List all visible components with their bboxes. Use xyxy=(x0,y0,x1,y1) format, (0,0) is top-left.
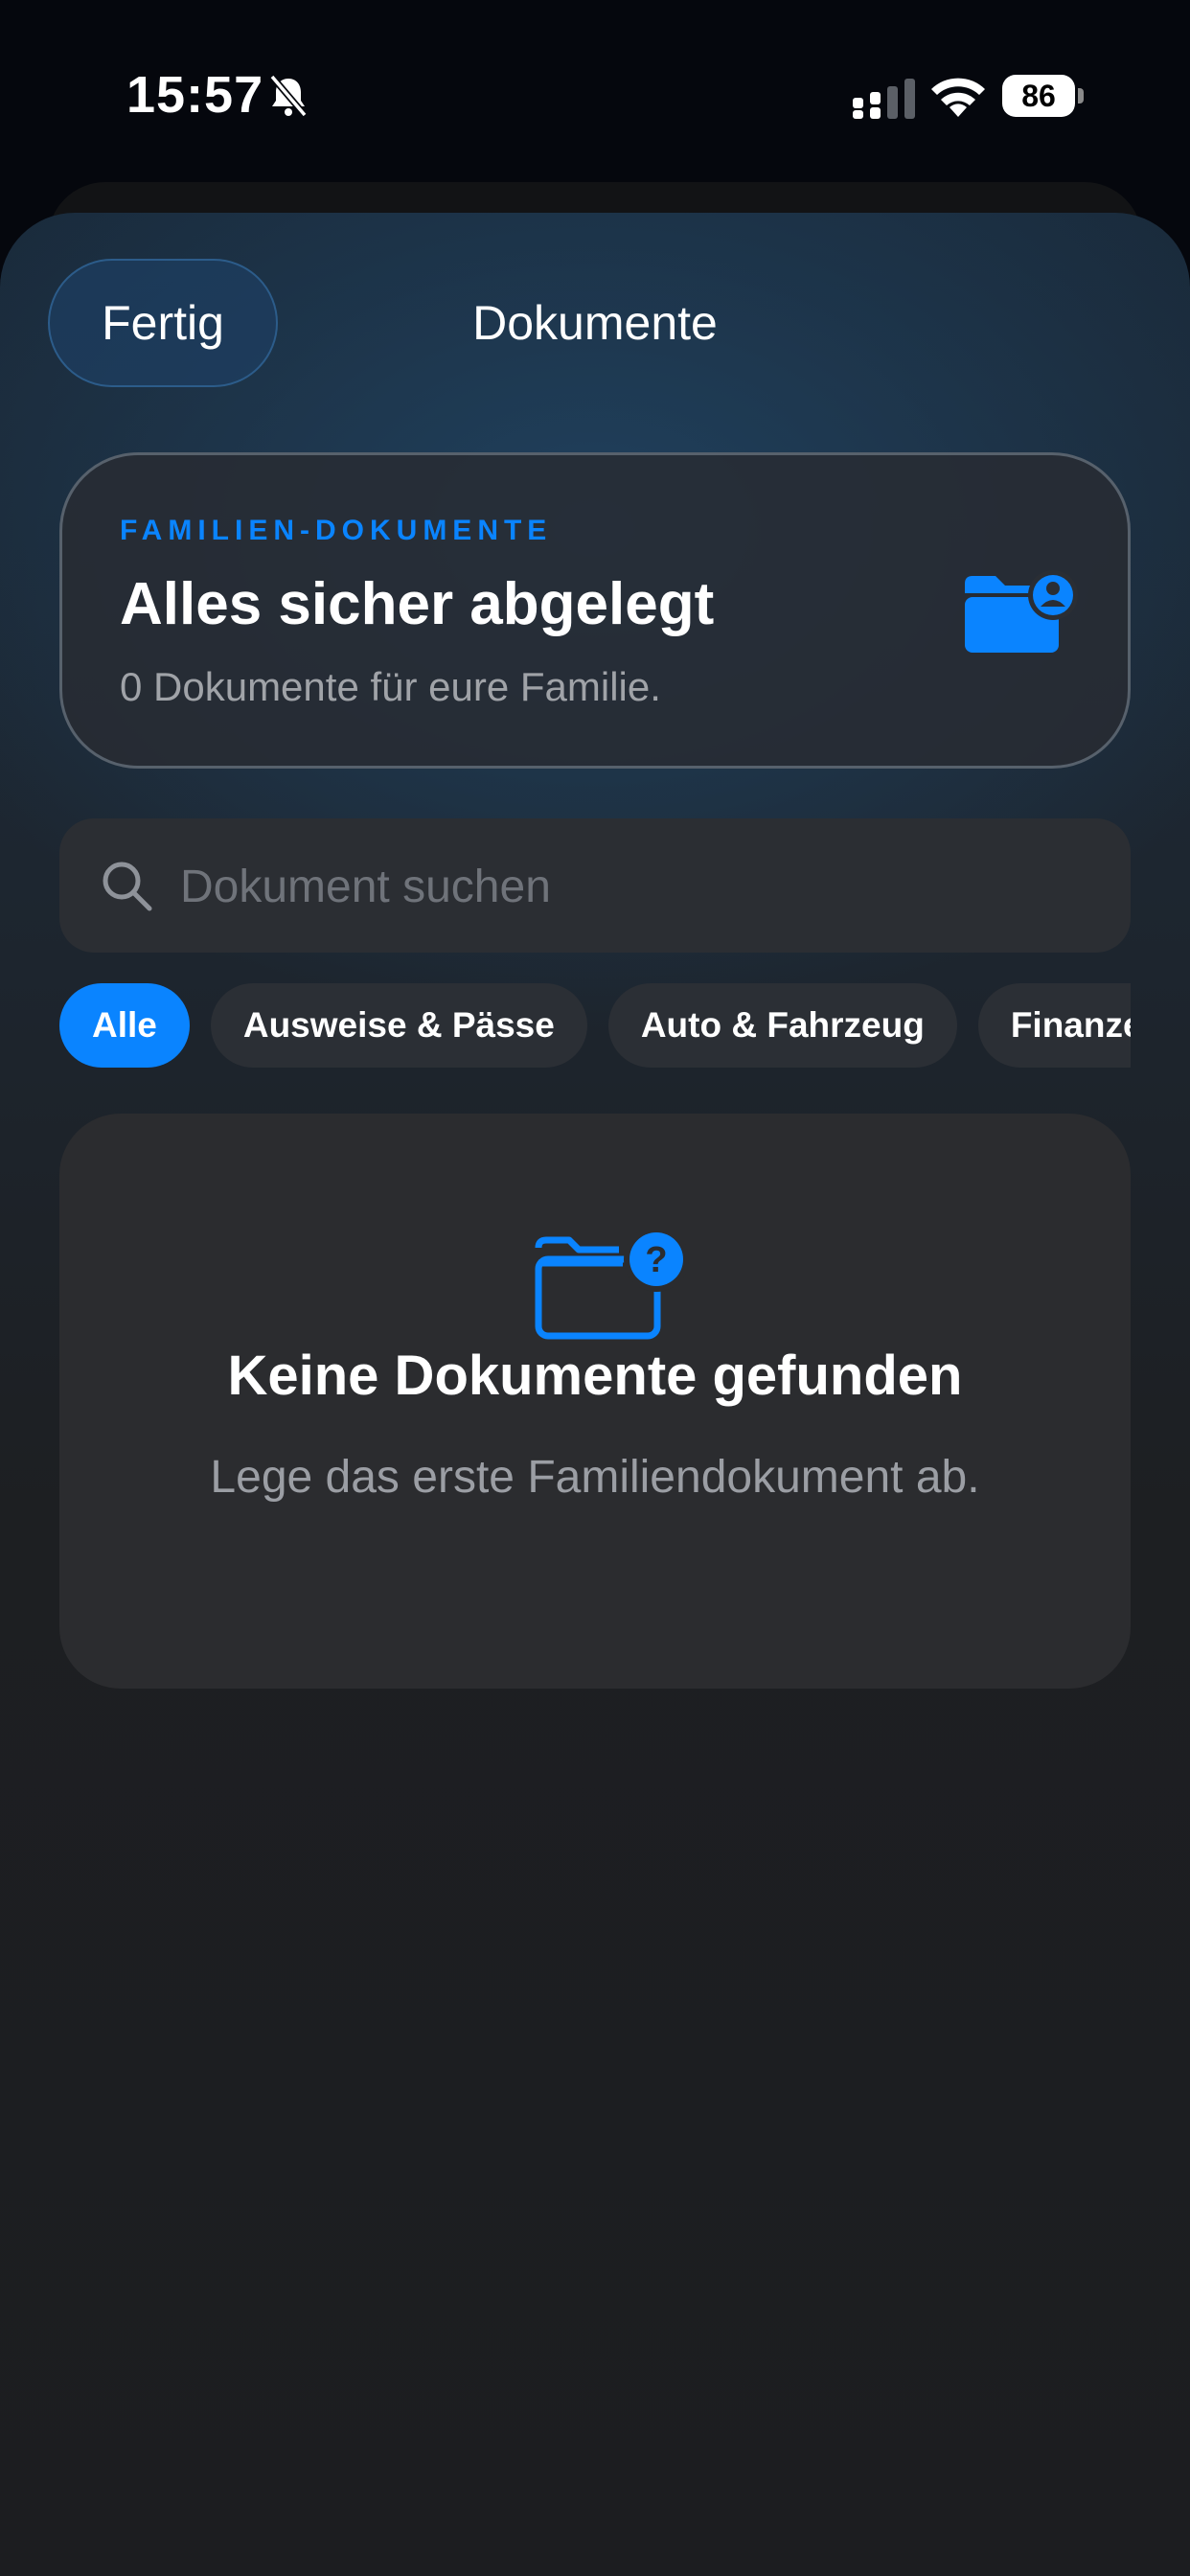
empty-state-title: Keine Dokumente gefunden xyxy=(227,1345,963,1407)
status-time: 15:57 xyxy=(126,66,264,124)
hero-title: Alles sicher abgelegt xyxy=(120,571,715,637)
cellular-signal-icon xyxy=(853,79,915,119)
svg-text:?: ? xyxy=(645,1240,667,1280)
folder-person-icon xyxy=(965,570,1078,653)
folder-question-icon: ? xyxy=(535,1230,689,1340)
page-title: Dokumente xyxy=(472,296,718,350)
filter-chip-ausweise[interactable]: Ausweise & Pässe xyxy=(210,983,587,1068)
empty-state-subtitle: Lege das erste Familiendokument ab. xyxy=(210,1452,980,1503)
hero-kicker: FAMILIEN-DOKUMENTE xyxy=(120,515,553,546)
family-documents-card: FAMILIEN-DOKUMENTE Alles sicher abgelegt… xyxy=(59,452,1131,769)
documents-sheet: Fertig Dokumente FAMILIEN-DOKUMENTE Alle… xyxy=(0,213,1190,2576)
search-icon xyxy=(103,862,152,911)
battery-level: 86 xyxy=(1002,75,1075,117)
category-filter-bar: Alle Ausweise & Pässe Auto & Fahrzeug Finan… xyxy=(59,983,1131,1068)
battery-tip xyxy=(1078,88,1084,104)
search-input[interactable] xyxy=(178,818,1102,954)
bell-slash-icon xyxy=(269,74,308,118)
status-bar: 15:57 86 xyxy=(0,0,1190,182)
filter-chip-finanzen[interactable]: Finanzen xyxy=(977,983,1131,1068)
filter-chip-alle[interactable]: Alle xyxy=(59,983,190,1068)
empty-state-card: ? Keine Dokumente gefunden Lege das erst… xyxy=(59,1114,1131,1689)
filter-chip-auto[interactable]: Auto & Fahrzeug xyxy=(607,983,957,1068)
wifi-icon xyxy=(931,78,985,117)
battery-indicator: 86 xyxy=(1002,75,1085,117)
hero-subtitle: 0 Dokumente für eure Familie. xyxy=(120,664,661,709)
search-bar xyxy=(59,818,1131,954)
